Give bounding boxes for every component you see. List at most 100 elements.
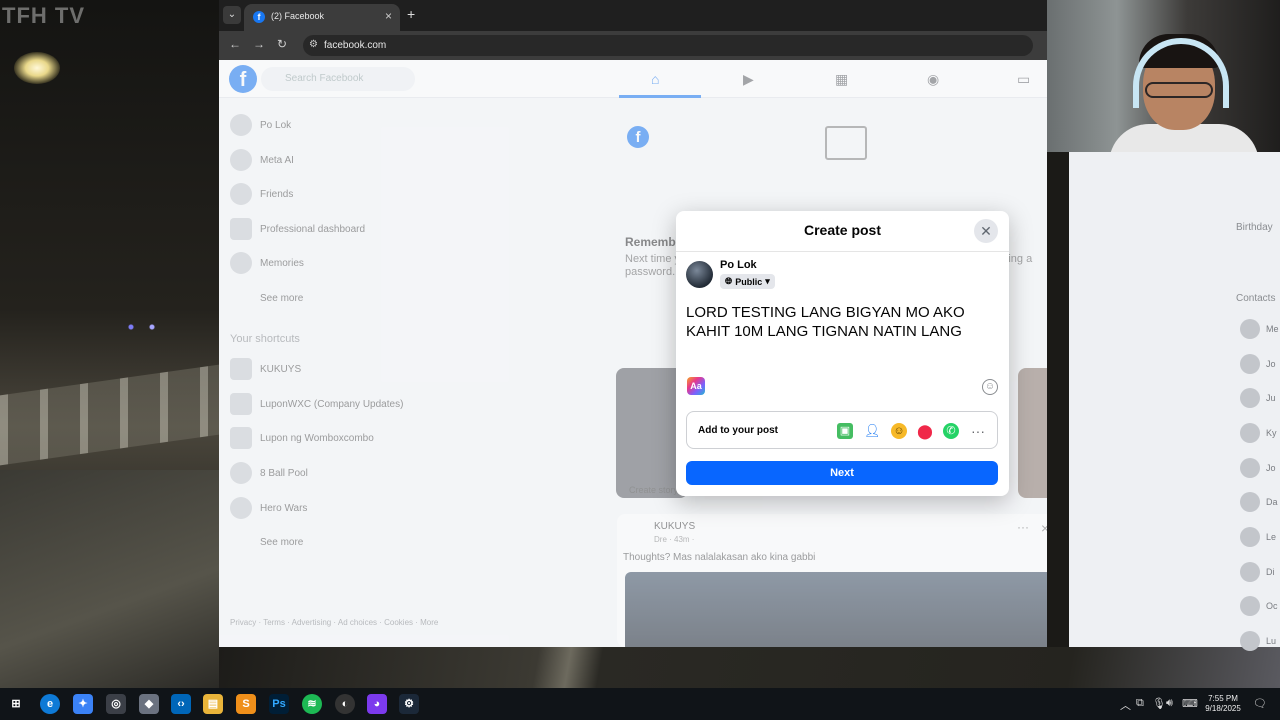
sidebar-item-dashboard[interactable]: Professional dashboard (230, 217, 365, 241)
stream-background-left (0, 0, 219, 688)
forward-icon[interactable]: → (253, 37, 265, 51)
road (0, 470, 219, 688)
feeling-icon[interactable]: ☺ (891, 423, 907, 439)
app-icon[interactable]: ◆ (139, 694, 159, 714)
emoji-icon[interactable]: ☺ (982, 379, 998, 395)
photo-video-icon[interactable]: ▣ (837, 423, 853, 439)
webcam-overlay (1047, 0, 1280, 152)
footer-links[interactable]: Privacy · Terms · Advertising · Ad choic… (230, 617, 438, 628)
next-button[interactable]: Next (686, 461, 998, 485)
show-hidden-icons[interactable]: ︿ (1120, 697, 1131, 713)
contact-item[interactable]: Di (1240, 561, 1280, 583)
contact-item[interactable]: Jo (1240, 457, 1280, 479)
taskbar-clock[interactable]: 7:55 PM 9/18/2025 (1198, 694, 1248, 714)
site-info-icon[interactable]: ⚙ (309, 39, 318, 50)
spotify-icon[interactable]: ≋ (302, 694, 322, 714)
sublime-icon[interactable]: S (236, 694, 256, 714)
facebook-favicon-icon: f (253, 11, 265, 23)
contact-item[interactable]: Da (1240, 491, 1280, 513)
contact-item[interactable]: Me (1240, 318, 1280, 340)
contact-item[interactable]: Ju (1240, 387, 1280, 409)
volume-icon[interactable]: 🔊︎ (1166, 697, 1173, 710)
shortcut-item[interactable]: KUKUYS (230, 357, 301, 381)
edge-icon[interactable]: e (40, 694, 60, 714)
group-icon (230, 427, 252, 449)
tray-app-icon[interactable]: ⧉ (1136, 697, 1144, 710)
story-card[interactable] (1018, 368, 1047, 498)
memories-icon (230, 252, 252, 274)
post-image[interactable] (625, 572, 1047, 647)
shortcut-item[interactable]: Hero Wars (230, 496, 307, 520)
reload-icon[interactable]: ↻ (277, 37, 287, 51)
avatar (1240, 423, 1260, 443)
chrome-icon[interactable]: ◎ (106, 694, 126, 714)
tab-facebook[interactable]: f (2) Facebook × (244, 4, 400, 31)
add-to-post-bar: Add to your post ▣ 👤︎ ☺ ⬤ ✆ ··· (686, 411, 998, 449)
close-icon: ✕ (980, 223, 992, 239)
location-icon[interactable]: ⬤ (917, 423, 933, 439)
tab-bar: ⌄ f (2) Facebook × + (219, 0, 1047, 31)
group-icon (230, 358, 252, 380)
avatar (230, 114, 252, 136)
photoshop-icon[interactable]: Ps (269, 694, 289, 714)
obs-icon[interactable]: ◐ (335, 694, 355, 714)
groups-icon[interactable]: ◉ (927, 71, 939, 88)
notifications-icon[interactable]: 🗨︎ (1253, 697, 1267, 710)
microphone-icon[interactable]: 🎙︎ (1152, 697, 1166, 710)
post-meta: Dre · 43m · (654, 535, 695, 544)
discord-icon[interactable]: ◕ (367, 694, 387, 714)
sidebar-item-memories[interactable]: Memories (230, 251, 304, 275)
tab-close-icon[interactable]: × (385, 9, 392, 23)
contact-item[interactable]: Jo (1240, 353, 1280, 375)
vscode-icon[interactable]: ‹› (171, 694, 191, 714)
contact-item[interactable]: Oc (1240, 595, 1280, 617)
game-icon (230, 497, 252, 519)
shortcut-see-more[interactable]: See more (230, 530, 303, 554)
shortcut-item[interactable]: 8 Ball Pool (230, 461, 308, 485)
home-icon[interactable]: ⌂ (651, 71, 659, 87)
contact-item[interactable]: Lu (1240, 630, 1280, 652)
tab-search-icon[interactable]: ⌄ (223, 6, 241, 24)
back-icon[interactable]: ← (229, 37, 241, 51)
guard-rail (0, 364, 219, 466)
dashboard-icon (230, 218, 252, 240)
privacy-selector[interactable]: 🌐︎ Public ▾ (720, 274, 775, 289)
close-dialog-button[interactable]: ✕ (974, 219, 998, 243)
url-field[interactable]: ⚙ facebook.com (303, 35, 1033, 56)
sidebar-item-see-more[interactable]: See more (230, 286, 303, 310)
shortcut-item[interactable]: LuponWXC (Company Updates) (230, 392, 403, 416)
active-nav-indicator (619, 95, 701, 98)
steam-icon[interactable]: ⚙ (399, 694, 419, 714)
gaming-icon[interactable]: ▭ (1017, 71, 1030, 88)
add-to-post-label: Add to your post (698, 425, 778, 436)
sidebar-item-meta-ai[interactable]: Meta AI (230, 148, 294, 172)
windows-start-icon[interactable]: ⊞ (6, 694, 26, 714)
whatsapp-icon[interactable]: ✆ (943, 423, 959, 439)
copilot-icon[interactable]: ✦ (73, 694, 93, 714)
post-author[interactable]: KUKUYS (654, 521, 695, 532)
keyboard-icon[interactable]: ⌨ (1182, 697, 1198, 710)
new-tab-icon[interactable]: + (407, 6, 415, 22)
marketplace-icon[interactable]: ▦ (835, 71, 848, 88)
facebook-top-nav: f Search Facebook ⌂ ▶ ▦ ◉ ▭ (219, 60, 1047, 98)
privacy-label: Public (735, 276, 763, 287)
contact-item[interactable]: Ky (1240, 422, 1280, 444)
sidebar-item-friends[interactable]: Friends (230, 182, 293, 206)
sidebar-item-profile[interactable]: Po Lok (230, 113, 291, 137)
background-style-button[interactable]: Aa (687, 377, 705, 395)
close-icon[interactable]: × (1041, 520, 1047, 536)
post-text-line: KAHIT 10M LANG TIGNAN NATIN LANG (686, 323, 962, 340)
avatar (1240, 562, 1260, 582)
more-icon[interactable]: ··· (1017, 520, 1029, 534)
tag-people-icon[interactable]: 👤︎ (864, 423, 881, 439)
post-text-input[interactable]: LORD TESTING LANG BIGYAN MO AKO KAHIT 10… (686, 303, 996, 341)
more-options-icon[interactable]: ··· (970, 423, 986, 439)
file-explorer-icon[interactable]: ▤ (203, 694, 223, 714)
shortcut-item[interactable]: Lupon ng Womboxcombo (230, 426, 374, 450)
video-icon[interactable]: ▶ (743, 71, 754, 88)
facebook-logo-icon[interactable]: f (229, 65, 257, 93)
facebook-search-input[interactable]: Search Facebook (261, 67, 415, 91)
game-icon (230, 462, 252, 484)
stream-background-bottom (219, 647, 1280, 688)
contact-item[interactable]: Le (1240, 526, 1280, 548)
